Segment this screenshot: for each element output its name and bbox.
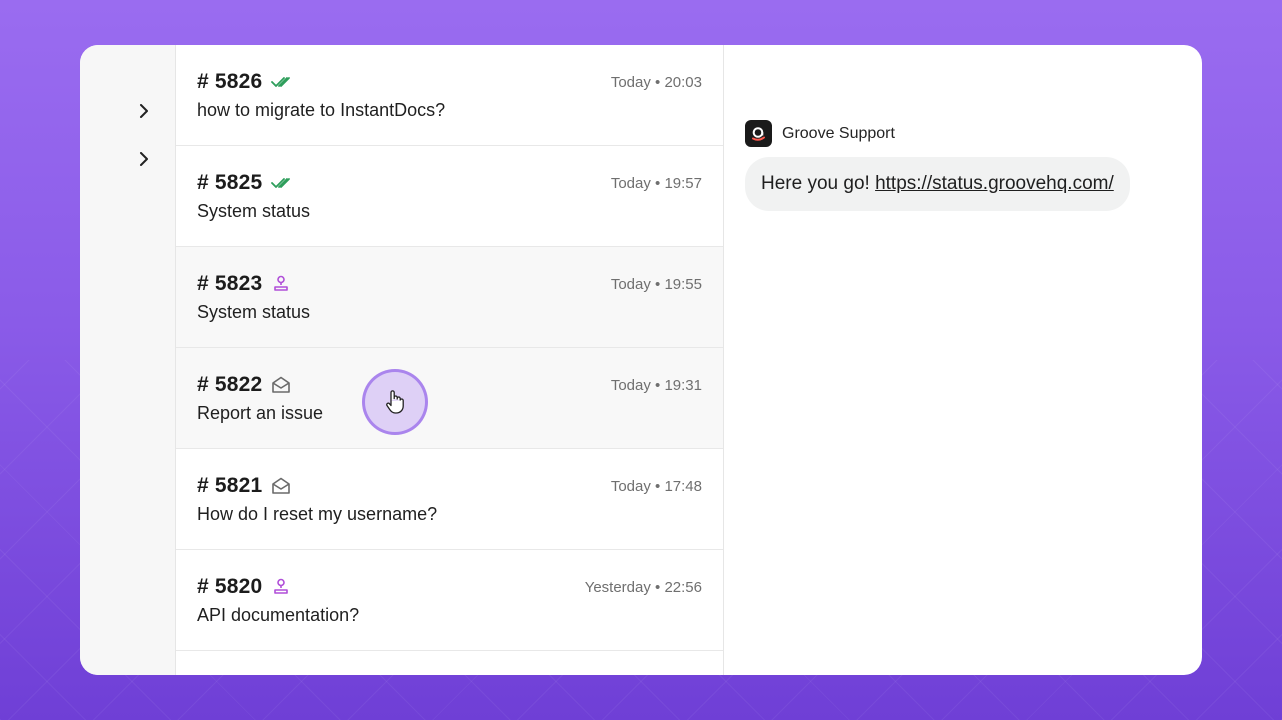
- chevron-right-icon: [140, 104, 148, 118]
- ticket-subject: System status: [197, 201, 311, 221]
- ticket-time: Yesterday • 22:56: [584, 578, 702, 596]
- sender-name: Groove Support: [782, 124, 895, 142]
- ticket-list: # 5826 Today • 20:03 how to migrate to I…: [176, 45, 724, 675]
- open-envelope-icon: [270, 476, 292, 496]
- expand-chevron-2[interactable]: [136, 151, 152, 167]
- ticket-number: # 5820: [197, 575, 263, 598]
- assigned-stamp-icon: [270, 577, 292, 597]
- ticket-subject: how to migrate to InstantDocs?: [197, 100, 446, 120]
- message-bubble: Here you go! https://status.groovehq.com…: [745, 157, 1130, 211]
- ticket-time: Today • 17:48: [610, 477, 702, 495]
- ticket-time: Today • 20:03: [610, 73, 702, 91]
- double-check-icon: [270, 72, 292, 92]
- conversation-panel: Groove Support Here you go! https://stat…: [724, 45, 1202, 675]
- ticket-number: # 5822: [197, 373, 263, 396]
- open-envelope-icon: [270, 375, 292, 395]
- click-indicator: [362, 369, 428, 435]
- ticket-row[interactable]: # 5823 Today • 19:55 System status: [176, 247, 723, 348]
- ticket-number: # 5826: [197, 70, 263, 93]
- message-sender: Groove Support: [745, 120, 895, 147]
- message-text: Here you go!: [761, 173, 876, 194]
- status-link[interactable]: https://status.groovehq.com/: [875, 173, 1114, 194]
- double-check-icon: [270, 173, 292, 193]
- groove-logo-icon: [745, 120, 772, 147]
- hand-pointer-icon: [386, 390, 404, 414]
- ticket-number: # 5821: [197, 474, 263, 497]
- expand-chevron-1[interactable]: [136, 103, 152, 119]
- app-window: # 5826 Today • 20:03 how to migrate to I…: [80, 45, 1202, 675]
- assigned-stamp-icon: [270, 274, 292, 294]
- ticket-row[interactable]: # 5826 Today • 20:03 how to migrate to I…: [176, 45, 723, 146]
- ticket-number: # 5825: [197, 171, 263, 194]
- chevron-right-icon: [140, 152, 148, 166]
- ticket-number: # 5823: [197, 272, 263, 295]
- ticket-subject: Report an issue: [197, 403, 324, 423]
- ticket-subject: How do I reset my username?: [197, 504, 438, 524]
- left-rail: [80, 45, 176, 675]
- ticket-row[interactable]: # 5820 Yesterday • 22:56 API documentati…: [176, 550, 723, 651]
- ticket-time: Today • 19:31: [610, 376, 702, 394]
- ticket-subject: API documentation?: [197, 605, 360, 625]
- ticket-row[interactable]: # 5825 Today • 19:57 System status: [176, 146, 723, 247]
- ticket-time: Today • 19:57: [610, 174, 702, 192]
- ticket-row[interactable]: # 5821 Today • 17:48 How do I reset my u…: [176, 449, 723, 550]
- ticket-row[interactable]: # 5822 Today • 19:31 Report an issue: [176, 348, 723, 449]
- ticket-subject: System status: [197, 302, 311, 322]
- ticket-time: Today • 19:55: [610, 275, 702, 293]
